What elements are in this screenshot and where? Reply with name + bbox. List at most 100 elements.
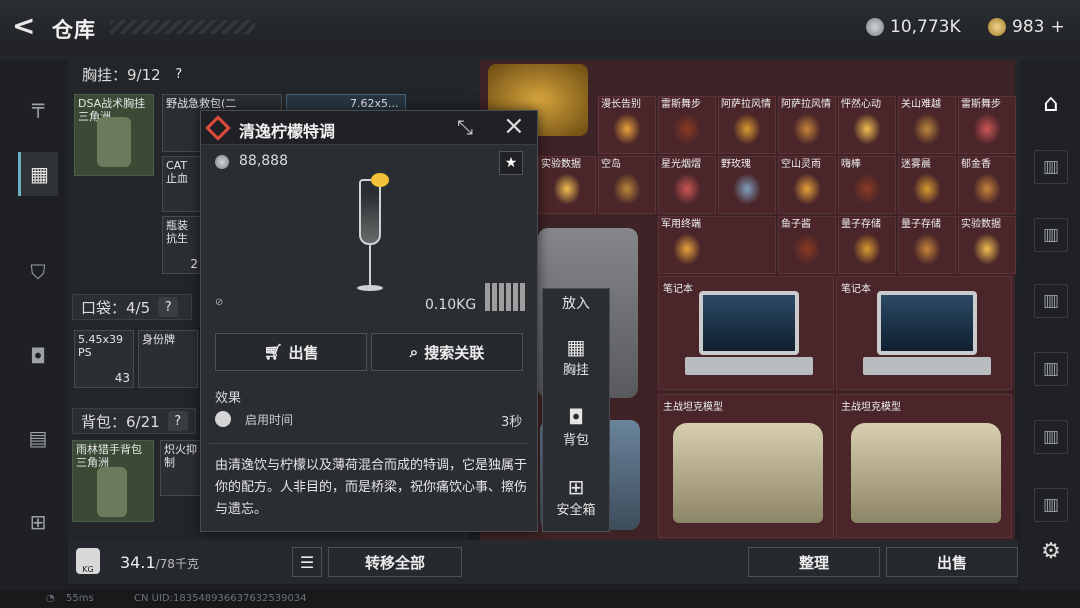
- back-arrow-icon[interactable]: <: [12, 12, 42, 42]
- sell-all-button[interactable]: 出售: [886, 547, 1018, 577]
- grid-item[interactable]: 郁金香: [958, 156, 1016, 214]
- nav-weapon-icon[interactable]: ╤: [18, 84, 58, 128]
- chest-rig-slot[interactable]: DSA战术胸挂 三角洲: [74, 94, 154, 176]
- put-in-safebox-button[interactable]: ⊞ 安全箱: [543, 475, 609, 518]
- pocket-help-icon[interactable]: ?: [158, 297, 179, 317]
- grid-item[interactable]: 怦然心动: [838, 96, 896, 154]
- grid-item[interactable]: 空山灵雨: [778, 156, 836, 214]
- settings-gear-icon[interactable]: ⚙: [1034, 534, 1068, 568]
- grid-item-name: 怦然心动: [841, 99, 881, 110]
- pocket-ammo-name: 5.45x39 PS: [78, 333, 123, 359]
- tank-model-item-2[interactable]: 主战坦克模型: [836, 394, 1012, 538]
- nav-backpack-icon[interactable]: ◘: [18, 334, 58, 378]
- pocket-ammo-slot[interactable]: 5.45x39 PS 43: [74, 330, 134, 388]
- drink-icon: [673, 173, 701, 205]
- backpack-image-icon: [97, 467, 127, 517]
- backpack-item-slot[interactable]: 炽火抑制: [160, 440, 202, 496]
- nav-case-icon[interactable]: ▤: [18, 416, 58, 460]
- laptop-item-1[interactable]: 笔记本: [658, 276, 834, 390]
- grid-item-name: 空山灵雨: [781, 159, 821, 170]
- add-currency-button[interactable]: +: [1050, 17, 1064, 37]
- nav-chest-rig-icon[interactable]: ▦: [18, 152, 58, 196]
- grid-item[interactable]: 空岛: [598, 156, 656, 214]
- grid-item[interactable]: 雷斯舞步: [658, 96, 716, 154]
- currency-premium-value: 983: [1012, 17, 1045, 37]
- grid-item[interactable]: 雷斯舞步: [958, 96, 1016, 154]
- coin-icon: [866, 18, 884, 36]
- grid-item-name: 野玫瑰: [721, 159, 751, 170]
- grid-item[interactable]: 野玫瑰: [718, 156, 776, 214]
- grid-item[interactable]: 阿萨拉风情: [778, 96, 836, 154]
- pocket-dogtag-slot[interactable]: 身份牌: [138, 330, 198, 388]
- grid-item-name: 星光烟熠: [661, 159, 701, 170]
- stash-tab-2-icon[interactable]: ▥: [1034, 218, 1068, 252]
- chest-rig-icon: ▦: [566, 335, 586, 359]
- tank-model-item-1[interactable]: 主战坦克模型: [658, 394, 834, 538]
- wifi-icon: ◔: [46, 593, 55, 604]
- chest-rig-help-icon[interactable]: ?: [169, 64, 189, 84]
- weight-max: /78千克: [155, 557, 199, 571]
- laptop-item-2[interactable]: 笔记本: [836, 276, 1012, 390]
- drink-icon: [853, 173, 881, 205]
- transfer-all-button[interactable]: 转移全部: [328, 547, 462, 577]
- antibiotic-name: 瓶装抗生: [166, 219, 188, 245]
- grid-item[interactable]: 漫长告别: [598, 96, 656, 154]
- list-view-icon[interactable]: ☰: [292, 547, 322, 577]
- laptop-base-icon: [685, 357, 813, 375]
- organize-button[interactable]: 整理: [748, 547, 880, 577]
- search-related-button[interactable]: ⌕ 搜索关联: [371, 333, 523, 371]
- grid-item[interactable]: 阿萨拉风情: [718, 96, 776, 154]
- put-in-backpack-label: 背包: [562, 433, 589, 448]
- close-icon[interactable]: ×: [503, 111, 525, 141]
- chest-rig-header: 胸挂：9/12 ?: [74, 62, 459, 86]
- backpack-help-icon[interactable]: ?: [167, 411, 188, 431]
- backpack-slot[interactable]: 雨林猎手背包 三角洲: [72, 440, 154, 522]
- stash-tab-1-icon[interactable]: ▥: [1034, 150, 1068, 184]
- title-decoration: [110, 20, 255, 34]
- stash-tab-4-icon[interactable]: ▥: [1034, 352, 1068, 386]
- grid-item[interactable]: 关山难越: [898, 96, 956, 154]
- grid-item[interactable]: 鱼子酱: [778, 216, 836, 274]
- nav-armor-icon[interactable]: ⛉: [18, 250, 58, 294]
- sell-button[interactable]: 🛒︎ 出售: [215, 333, 367, 371]
- put-in-chest-button[interactable]: ▦ 胸挂: [543, 335, 609, 378]
- currency-premium[interactable]: 983 +: [988, 15, 1065, 39]
- grid-item[interactable]: 实验数据: [538, 156, 596, 214]
- favorite-star-icon[interactable]: ★: [499, 151, 523, 175]
- laptop-screen-icon: [699, 291, 799, 355]
- weight-current: 34.1: [120, 553, 156, 572]
- collapse-icon[interactable]: ⤡: [457, 115, 473, 139]
- backpack-item-name-2: 炽火抑制: [164, 443, 197, 469]
- grid-item[interactable]: 量子存储: [898, 216, 956, 274]
- drink-icon: [733, 113, 761, 145]
- grid-item[interactable]: 星光烟熠: [658, 156, 716, 214]
- drink-icon: [793, 173, 821, 205]
- right-nav: ⌂ ▥ ▥ ▥ ▥ ▥ ▥ ⚙: [1020, 60, 1080, 608]
- chest-antibiotic-slot[interactable]: 瓶装抗生 2: [162, 216, 202, 274]
- grid-item[interactable]: 实验数据: [958, 216, 1016, 274]
- grid-item[interactable]: 量子存储: [838, 216, 896, 274]
- tank-model-icon: [673, 423, 823, 523]
- drink-icon: [673, 113, 701, 145]
- put-in-backpack-button[interactable]: ◘ 背包: [543, 405, 609, 448]
- drink-icon: [673, 233, 701, 265]
- put-in-actions: 放入 ▦ 胸挂 ◘ 背包 ⊞ 安全箱: [542, 288, 610, 532]
- cart-icon: 🛒︎: [263, 343, 283, 361]
- grid-item[interactable]: 迷雾晨: [898, 156, 956, 214]
- chest-tourniquet-slot[interactable]: CAT止血: [162, 156, 202, 212]
- stash-tab-5-icon[interactable]: ▥: [1034, 420, 1068, 454]
- backpack-item-name: 雨林猎手背包 三角洲: [76, 443, 142, 469]
- stash-home-icon[interactable]: ⌂: [1034, 86, 1068, 120]
- grid-item[interactable]: 军用终端: [658, 216, 776, 274]
- tourniquet-name: CAT止血: [166, 159, 188, 185]
- champagne-glass-icon: [353, 173, 389, 295]
- stash-tab-6-icon[interactable]: ▥: [1034, 488, 1068, 522]
- weight-readout: 34.1/78千克: [120, 553, 199, 572]
- currency-main: 10,773K: [866, 15, 961, 39]
- stash-tab-3-icon[interactable]: ▥: [1034, 284, 1068, 318]
- backpack-capacity: 背包：6/21: [81, 412, 160, 431]
- grid-item[interactable]: 嗨棒: [838, 156, 896, 214]
- ping-value: 55ms: [66, 593, 94, 604]
- nav-safebox-icon[interactable]: ⊞: [18, 500, 58, 544]
- grid-item-name: 量子存储: [841, 219, 881, 230]
